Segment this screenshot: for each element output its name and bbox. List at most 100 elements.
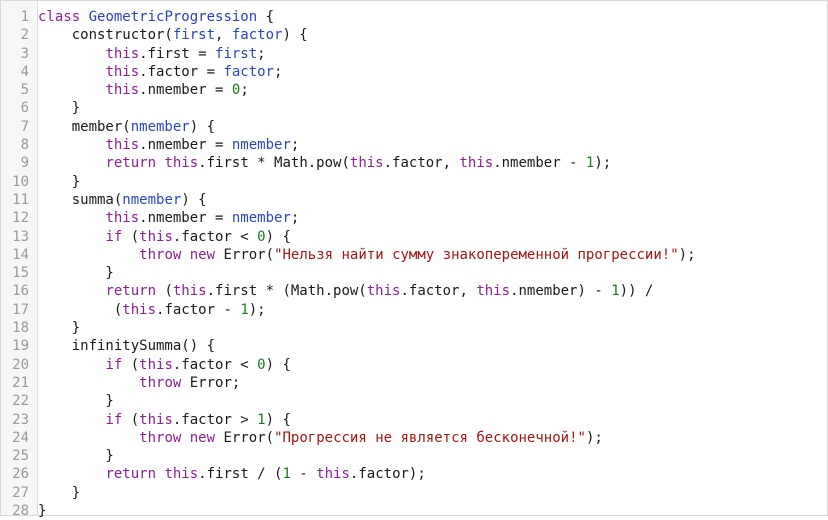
- line-number: 4: [20, 63, 29, 80]
- code-token-kw: this: [139, 356, 173, 373]
- code-text: summa(nmember) {: [33, 191, 207, 209]
- code-token-txt: .nmember -: [493, 155, 586, 172]
- code-token-kw: this: [122, 301, 157, 318]
- code-text: throw Error;: [33, 374, 240, 392]
- code-token-txt: constructor(: [38, 27, 173, 44]
- line-number: 17: [12, 301, 29, 318]
- code-line[interactable]: 28}: [1, 502, 827, 520]
- code-token-num: 0: [257, 228, 266, 245]
- code-text: (this.factor - 1);: [33, 301, 266, 319]
- code-line[interactable]: 7 member(nmember) {: [1, 118, 827, 136]
- line-number: 16: [12, 283, 29, 300]
- line-number: 9: [20, 155, 29, 172]
- code-editor[interactable]: 1 class GeometricProgression {2 construct…: [0, 0, 828, 519]
- line-number: 11: [12, 191, 29, 208]
- code-line[interactable]: 21 throw Error;: [1, 374, 827, 392]
- code-token-kw: throw: [139, 374, 182, 391]
- code-line[interactable]: 25 }: [1, 447, 827, 465]
- code-text: }: [33, 502, 46, 520]
- code-line[interactable]: 3 this.first = first;: [1, 45, 827, 63]
- line-number: 15: [12, 265, 29, 282]
- code-token-kw: return: [105, 466, 157, 483]
- code-text: constructor(first, factor) {: [33, 26, 308, 44]
- code-text: }: [33, 392, 113, 410]
- code-line[interactable]: 10 }: [1, 173, 827, 191]
- code-line[interactable]: 1 class GeometricProgression {: [1, 8, 827, 26]
- code-line[interactable]: 18 }: [1, 319, 827, 337]
- code-token-txt: -: [290, 466, 317, 483]
- code-token-var: factor: [223, 63, 275, 80]
- code-line[interactable]: 26 return this.first / (1 - this.factor)…: [1, 465, 827, 483]
- code-token-txt: .factor <: [172, 228, 258, 245]
- code-token-txt: .nmember) -: [510, 283, 612, 300]
- code-text: }: [33, 484, 80, 502]
- code-line[interactable]: 8 this.nmember = nmember;: [1, 136, 827, 154]
- code-token-var: nmember: [130, 118, 190, 135]
- code-line[interactable]: 2 constructor(first, factor) {: [1, 26, 827, 44]
- code-text: class GeometricProgression {: [33, 8, 274, 26]
- code-line[interactable]: 19 infinitySumma() {: [1, 337, 827, 355]
- code-text: }: [33, 264, 113, 282]
- code-token-txt: }: [38, 503, 47, 520]
- code-line[interactable]: 20 if (this.factor < 0) {: [1, 356, 827, 374]
- line-number: 23: [12, 411, 29, 428]
- code-line[interactable]: 9 return this.first * Math.pow(this.fact…: [1, 154, 827, 172]
- line-number: 20: [12, 356, 29, 373]
- code-text: this.factor = factor;: [33, 63, 282, 81]
- code-token-txt: ;: [290, 210, 300, 227]
- code-token-kw: if: [105, 411, 123, 428]
- line-number: 2: [20, 27, 29, 44]
- code-token-txt: .factor -: [156, 301, 241, 318]
- code-token-txt: member(: [38, 118, 131, 135]
- code-token-num: 1: [257, 411, 266, 428]
- code-token-txt: (: [38, 301, 123, 318]
- code-lines: 1 class GeometricProgression {2 construct…: [1, 8, 827, 520]
- code-text: return this.first * Math.pow(this.factor…: [33, 154, 611, 172]
- code-token-txt: );: [585, 429, 603, 446]
- code-line[interactable]: 23 if (this.factor > 1) {: [1, 411, 827, 429]
- code-token-txt: }: [38, 448, 114, 465]
- code-line[interactable]: 22 }: [1, 392, 827, 410]
- code-line[interactable]: 13 if (this.factor < 0) {: [1, 228, 827, 246]
- code-token-txt: .factor =: [139, 63, 224, 80]
- code-token-txt: );: [678, 246, 696, 263]
- code-token-txt: ,: [215, 27, 232, 44]
- code-token-kw: throw: [139, 429, 182, 446]
- code-token-kw: return: [105, 155, 157, 172]
- code-token-kw: this: [349, 155, 384, 172]
- code-line[interactable]: 12 this.nmember = nmember;: [1, 209, 827, 227]
- code-token-txt: ;: [274, 63, 283, 80]
- code-text: if (this.factor < 0) {: [33, 356, 290, 374]
- code-token-kw: this: [105, 82, 140, 99]
- code-line[interactable]: 17 (this.factor - 1);: [1, 301, 827, 319]
- line-number: 14: [12, 246, 29, 263]
- code-line[interactable]: 5 this.nmember = 0;: [1, 81, 827, 99]
- code-line[interactable]: 16 return (this.first * (Math.pow(this.f…: [1, 282, 827, 300]
- code-line[interactable]: 11 summa(nmember) {: [1, 191, 827, 209]
- line-number: 6: [20, 100, 29, 117]
- code-text: }: [33, 173, 80, 191]
- line-number: 24: [12, 429, 29, 446]
- code-token-txt: (: [156, 283, 173, 300]
- line-number: 28: [12, 503, 29, 520]
- code-line[interactable]: 15 }: [1, 264, 827, 282]
- code-line[interactable]: 14 throw new Error("Нельзя найти сумму з…: [1, 246, 827, 264]
- code-token-txt: Error(: [215, 246, 275, 263]
- code-text: this.nmember = nmember;: [33, 209, 299, 227]
- code-token-kw: this: [105, 210, 140, 227]
- code-line[interactable]: 27 }: [1, 484, 827, 502]
- code-token-txt: Error(: [215, 429, 275, 446]
- code-line[interactable]: 24 throw new Error("Прогрессия не являет…: [1, 429, 827, 447]
- code-token-kw: this: [366, 283, 401, 300]
- code-token-kw: this: [105, 45, 140, 62]
- code-line[interactable]: 4 this.factor = factor;: [1, 63, 827, 81]
- code-token-var: nmember: [231, 210, 291, 227]
- code-token-kw: this: [105, 137, 140, 154]
- code-token-kw: this: [105, 63, 140, 80]
- line-number: 19: [12, 338, 29, 355]
- code-line[interactable]: 6 }: [1, 99, 827, 117]
